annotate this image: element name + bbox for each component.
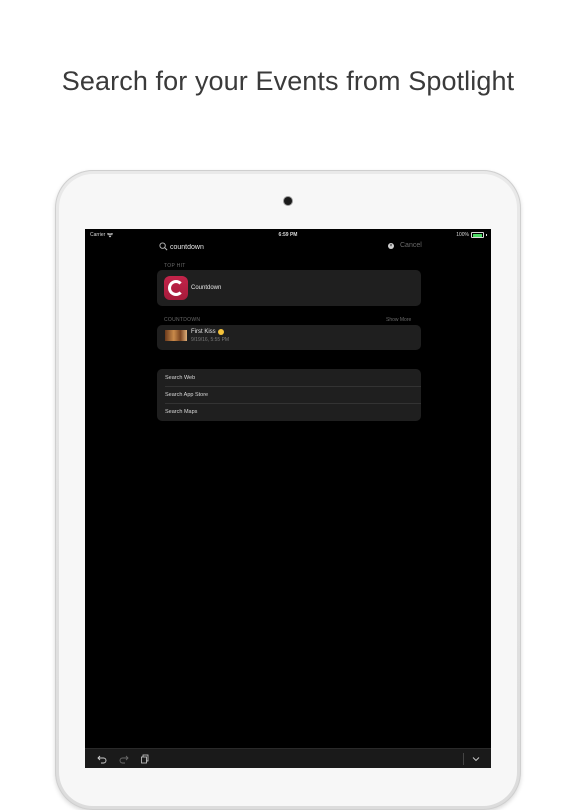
countdown-section-header: COUNTDOWN xyxy=(164,317,201,323)
search-icon xyxy=(159,242,168,251)
status-bar: Carrier 6:59 PM 100% xyxy=(85,229,491,240)
clipboard-icon[interactable] xyxy=(140,754,150,764)
status-time: 6:59 PM xyxy=(278,232,298,238)
search-field[interactable]: × xyxy=(157,240,394,254)
event-result[interactable]: First Kiss 9/19/16, 5:55 PM xyxy=(157,325,421,350)
kiss-emoji-icon xyxy=(217,329,224,335)
undo-icon[interactable] xyxy=(97,754,107,764)
search-web-option[interactable]: Search Web xyxy=(157,369,421,386)
search-options-list: Search Web Search App Store Search Maps xyxy=(157,369,421,421)
keyboard-toolbar xyxy=(85,748,491,768)
camera-icon xyxy=(284,197,292,205)
top-hit-title: Countdown xyxy=(191,285,222,291)
status-battery: 100% xyxy=(456,232,487,238)
headline: Search for your Events from Spotlight xyxy=(61,66,515,96)
top-hit-result[interactable]: Countdown xyxy=(157,270,421,306)
cancel-button[interactable]: Cancel xyxy=(400,242,422,249)
event-thumbnail xyxy=(165,330,187,341)
chevron-down-icon[interactable] xyxy=(471,754,481,764)
search-row: × Cancel xyxy=(157,240,422,254)
show-more-link[interactable]: Show More xyxy=(386,317,411,323)
event-title: First Kiss xyxy=(191,329,216,335)
toolbar-separator xyxy=(463,753,464,765)
battery-icon xyxy=(471,232,484,238)
battery-percent: 100% xyxy=(456,232,469,238)
event-date: 9/19/16, 5:55 PM xyxy=(191,337,230,343)
search-maps-option[interactable]: Search Maps xyxy=(157,403,421,420)
battery-tip xyxy=(486,234,487,236)
ipad-screen: Carrier 6:59 PM 100% × Cancel TOP HIT xyxy=(85,229,491,768)
clear-icon[interactable]: × xyxy=(388,243,394,249)
event-title-row: First Kiss xyxy=(191,329,224,335)
search-app-store-option[interactable]: Search App Store xyxy=(157,386,421,403)
search-input[interactable] xyxy=(170,241,370,253)
countdown-app-icon xyxy=(164,276,188,300)
redo-icon[interactable] xyxy=(119,754,129,764)
top-hit-header: TOP HIT xyxy=(164,263,186,269)
countdown-logo-icon xyxy=(168,280,184,296)
